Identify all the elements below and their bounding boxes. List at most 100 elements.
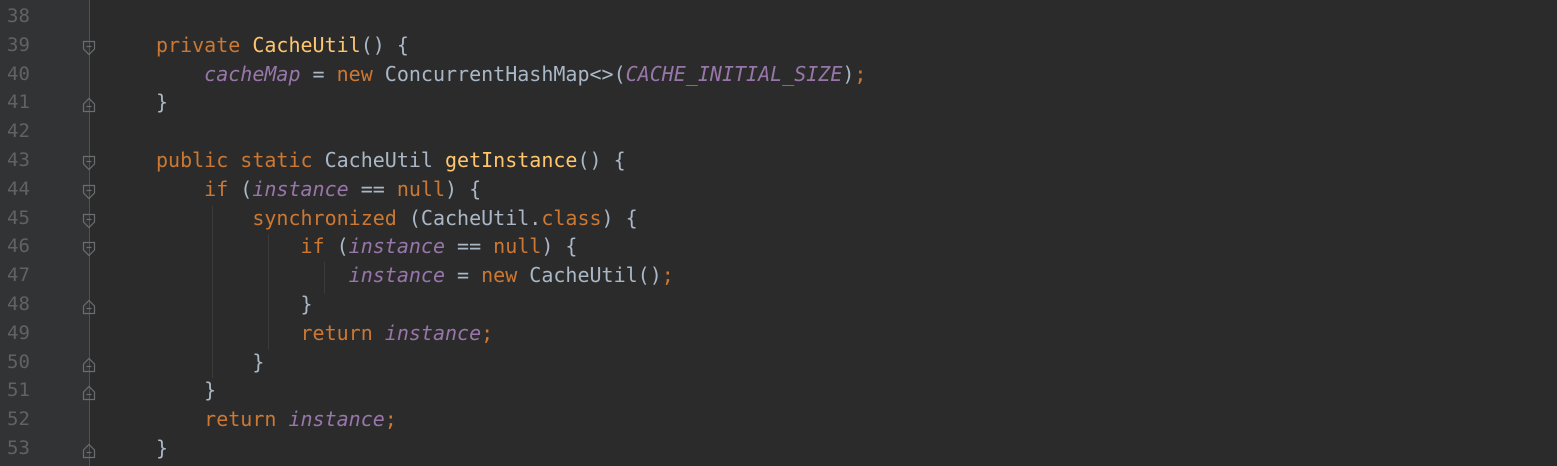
code-token: } (156, 436, 169, 460)
code-line[interactable]: 38 (0, 2, 1557, 31)
line-number: 48 (7, 293, 30, 315)
code-token: instance (384, 320, 482, 345)
code-token: class (541, 205, 602, 230)
code-token: = (444, 263, 482, 288)
line-number: 47 (7, 264, 30, 287)
code-token: CacheUtil (324, 148, 445, 172)
code-line[interactable]: 41} (0, 88, 1557, 117)
code-token: ; (481, 320, 494, 345)
fold-end-icon[interactable] (82, 382, 96, 401)
code-token: ) { (541, 234, 578, 259)
code-token: ) { (601, 205, 638, 230)
code-token: == (348, 176, 397, 201)
code-token: instance (252, 176, 349, 201)
code-text[interactable]: return instance; (156, 320, 494, 345)
code-text[interactable]: synchronized (CacheUtil.class) { (156, 205, 638, 230)
code-token: if (204, 176, 241, 201)
code-token: ( (336, 234, 349, 259)
code-token: ; (854, 61, 867, 86)
code-token: ; (661, 263, 674, 288)
code-line[interactable]: 39 private CacheUtil() { (0, 31, 1557, 60)
code-token: ( (240, 176, 253, 201)
code-token: == (445, 234, 494, 259)
code-line[interactable]: 44 if (instance == null) { (0, 175, 1557, 204)
code-text[interactable]: instance = new CacheUtil(); (156, 263, 674, 287)
code-text[interactable]: } (156, 436, 168, 460)
code-token: ) { (445, 176, 482, 201)
code-token: new (481, 263, 530, 288)
line-number: 49 (7, 321, 30, 344)
fold-collapse-icon[interactable] (82, 152, 96, 171)
code-text[interactable]: } (156, 90, 168, 114)
code-text[interactable]: } (156, 350, 264, 374)
code-line[interactable]: 46 if (instance == null) { (0, 232, 1557, 261)
code-text[interactable]: private CacheUtil() { (156, 33, 409, 57)
code-text[interactable]: } (156, 292, 313, 316)
code-editor[interactable]: 38 39 private CacheUtil() {40 cacheMap = n… (0, 0, 1557, 466)
line-number: 38 (7, 5, 30, 27)
code-token: cacheMap (204, 61, 301, 86)
line-number: 53 (7, 437, 30, 459)
code-text[interactable]: if (instance == null) { (156, 177, 481, 201)
fold-end-icon[interactable] (82, 94, 96, 113)
line-number: 46 (7, 235, 30, 258)
code-line[interactable]: 47 instance = new CacheUtil(); (0, 261, 1557, 290)
fold-end-icon[interactable] (82, 354, 96, 372)
code-line[interactable]: 52 return instance; (0, 405, 1557, 434)
code-line[interactable]: 48 } (0, 290, 1557, 319)
code-line[interactable]: 51 } (0, 376, 1557, 405)
fold-collapse-icon[interactable] (82, 238, 96, 257)
code-token: instance (348, 263, 445, 288)
fold-collapse-icon[interactable] (82, 37, 96, 56)
code-line[interactable]: 49 return instance; (0, 319, 1557, 348)
code-line[interactable]: 50 } (0, 348, 1557, 377)
line-number: 42 (7, 120, 30, 143)
code-token: () { (577, 148, 626, 172)
fold-end-icon[interactable] (82, 296, 96, 315)
code-token: ) (842, 61, 855, 86)
code-token: (CacheUtil. (408, 205, 542, 230)
code-token: if (300, 234, 337, 259)
code-text[interactable]: cacheMap = new ConcurrentHashMap<>(CACHE… (156, 62, 866, 86)
line-number: 40 (7, 62, 30, 85)
code-token: null (396, 176, 446, 201)
code-line[interactable]: 43 public static CacheUtil getInstance() … (0, 146, 1557, 175)
code-token: return (204, 407, 289, 432)
code-token: ; (384, 407, 397, 432)
code-token: CACHE_INITIAL_SIZE (625, 61, 843, 86)
line-number: 43 (7, 149, 30, 171)
code-token: } (156, 292, 313, 316)
code-text[interactable]: return instance; (156, 407, 397, 431)
code-token: null (493, 234, 542, 259)
fold-collapse-icon[interactable] (82, 210, 96, 228)
code-text[interactable]: } (156, 378, 216, 402)
code-token: = (300, 61, 337, 86)
code-token: new (336, 61, 385, 86)
fold-collapse-icon[interactable] (82, 181, 96, 200)
code-line[interactable]: 45 synchronized (CacheUtil.class) { (0, 204, 1557, 233)
code-token: } (156, 349, 265, 374)
line-number: 44 (7, 177, 30, 200)
line-number: 41 (7, 91, 30, 114)
code-line[interactable]: 40 cacheMap = new ConcurrentHashMap<>(CA… (0, 60, 1557, 89)
fold-end-icon[interactable] (82, 440, 96, 459)
line-number: 50 (7, 350, 30, 373)
code-line[interactable]: 42 (0, 117, 1557, 146)
code-token: instance (288, 407, 385, 432)
code-text[interactable]: if (instance == null) { (156, 234, 578, 259)
line-number: 45 (7, 206, 30, 229)
code-token: instance (348, 234, 445, 259)
code-token: CacheUtil (252, 32, 361, 57)
line-number: 52 (7, 408, 30, 431)
code-text[interactable]: public static CacheUtil getInstance() { (156, 148, 626, 172)
code-line[interactable]: 53} (0, 434, 1557, 463)
code-token: private (156, 32, 253, 57)
code-token: } (156, 90, 169, 115)
